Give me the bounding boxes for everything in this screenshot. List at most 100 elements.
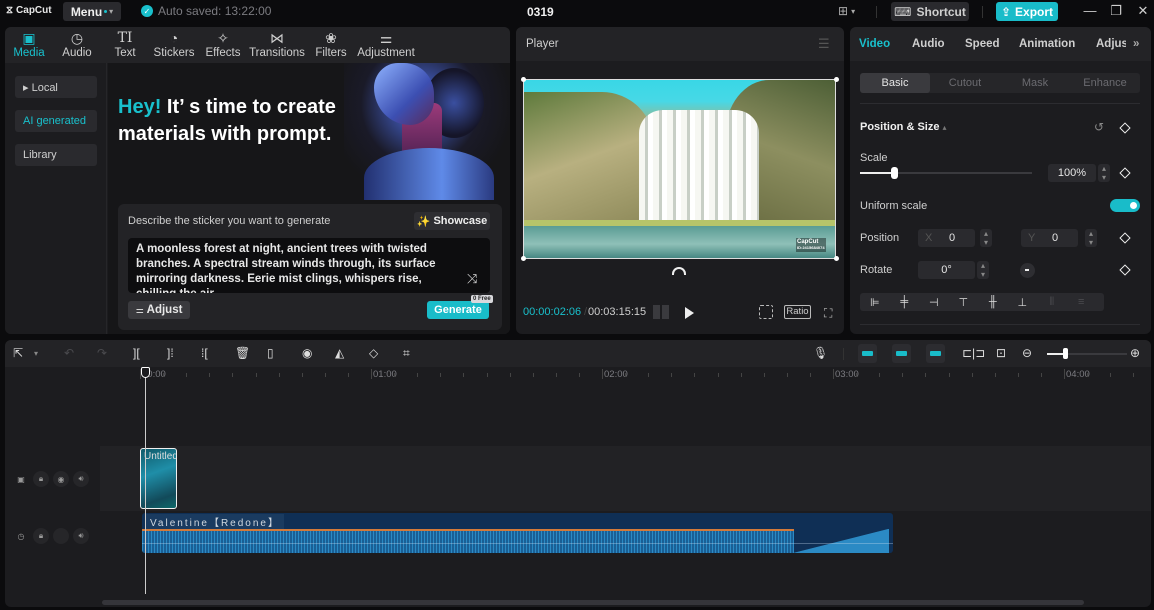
tab-filters[interactable]: ❀ Filters	[307, 27, 355, 63]
showcase-button[interactable]: ✨ Showcase	[414, 212, 490, 230]
slider-handle[interactable]	[891, 167, 899, 179]
horizontal-scrollbar[interactable]	[102, 600, 1084, 605]
scale-input[interactable]: 100%	[1048, 164, 1096, 182]
tab-effects[interactable]: ✧ Effects	[199, 27, 247, 63]
align-center-v-icon[interactable]: ╫	[978, 296, 1008, 308]
subtab-basic[interactable]: Basic	[860, 73, 930, 93]
keyframe-icon[interactable]	[1119, 264, 1131, 276]
timeline-ruler[interactable]: 00:00 01:00 02:00 03:00 04:00	[100, 367, 1151, 383]
scale-slider[interactable]	[860, 167, 1032, 179]
speaker-icon[interactable]: 🔊︎	[73, 471, 89, 487]
subtab-enhance[interactable]: Enhance	[1070, 73, 1140, 93]
tab-speed[interactable]: Speed	[965, 38, 1000, 50]
position-y-input[interactable]: Y 0	[1021, 229, 1078, 247]
sidebar-item-local[interactable]: ▸ Local	[15, 76, 97, 98]
tab-adjustment[interactable]: ⚌ Adjustment	[355, 27, 417, 63]
undo-icon[interactable]: ↶	[64, 346, 74, 360]
distribute-h-icon[interactable]: ⫴	[1037, 296, 1067, 309]
slider-handle[interactable]	[1062, 348, 1068, 359]
reset-icon[interactable]: ↺	[1094, 120, 1104, 134]
scale-stepper[interactable]: ▴ ▾	[1098, 164, 1110, 182]
rotate-dial[interactable]	[1020, 263, 1035, 278]
tab-video[interactable]: Video	[859, 38, 890, 50]
shortcut-button[interactable]: ⌨ Shortcut	[891, 2, 969, 21]
tab-stickers[interactable]: ◔ Stickers	[149, 27, 199, 63]
speaker-icon[interactable]: 🔊︎	[73, 528, 89, 544]
select-cursor-icon[interactable]: ⇱	[13, 346, 23, 360]
lock-icon[interactable]: 🔒︎	[33, 471, 49, 487]
align-right-icon[interactable]: ⊣	[919, 296, 949, 309]
redo-icon[interactable]: ↷	[97, 346, 107, 360]
crop-icon[interactable]: ⌗	[403, 346, 410, 361]
keyframe-icon[interactable]	[1119, 167, 1131, 179]
tab-audio[interactable]: ◷ Audio	[53, 27, 101, 63]
linkage-button[interactable]	[926, 344, 945, 363]
align-center-h-icon[interactable]: ╪	[890, 296, 920, 308]
delete-icon[interactable]: 🗑︎	[235, 346, 250, 360]
zoom-out-icon[interactable]: ⊖	[1022, 346, 1032, 360]
layout-button[interactable]: ⊞ ▾	[838, 4, 855, 18]
align-bottom-icon[interactable]: ⊥	[1008, 296, 1038, 309]
eye-icon[interactable]: ◉	[53, 471, 69, 487]
video-preview[interactable]: CapCut ID:2415684074	[523, 79, 836, 259]
keyframe-icon[interactable]	[1119, 122, 1131, 134]
tab-transitions[interactable]: ⋈ Transitions	[247, 27, 307, 63]
split-preview-icon[interactable]: ⊏|⊐	[962, 346, 985, 360]
freeze-icon[interactable]: ▯	[267, 346, 274, 360]
rotate-icon[interactable]: ◇	[369, 346, 378, 360]
delete-right-icon[interactable]: ⁞[	[201, 346, 208, 360]
tab-text[interactable]: TI Text	[101, 27, 149, 63]
resize-handle[interactable]	[834, 256, 839, 261]
distribute-v-icon[interactable]: ≡	[1067, 296, 1097, 308]
chevron-down-icon[interactable]: ▾	[34, 349, 38, 358]
minimize-icon[interactable]: —	[1080, 3, 1100, 18]
sidebar-item-ai-generated[interactable]: AI generated	[15, 110, 97, 132]
tab-audio-props[interactable]: Audio	[912, 38, 945, 50]
position-y-stepper[interactable]: ▴ ▾	[1085, 229, 1097, 247]
export-button[interactable]: ⇪ Export	[996, 2, 1058, 21]
delete-left-icon[interactable]: ]⁞	[167, 346, 174, 360]
playhead[interactable]	[145, 369, 146, 594]
resize-handle[interactable]	[521, 256, 526, 261]
tab-animation[interactable]: Animation	[1019, 38, 1075, 50]
play-icon[interactable]	[685, 307, 694, 319]
main-track-magnet-button[interactable]	[858, 344, 877, 363]
collapse-icon[interactable]	[672, 267, 686, 275]
zoom-in-icon[interactable]: ⊕	[1130, 346, 1140, 360]
subtab-mask[interactable]: Mask	[1000, 73, 1070, 93]
close-icon[interactable]: ✕	[1133, 3, 1153, 19]
rotate-input[interactable]: 0°	[918, 261, 975, 279]
split-icon[interactable]: ][	[133, 346, 140, 360]
playhead-handle[interactable]	[141, 367, 150, 378]
align-top-icon[interactable]: ⊤	[949, 296, 979, 309]
tab-adjust[interactable]: Adjus	[1096, 38, 1126, 50]
uniform-scale-toggle[interactable]	[1110, 199, 1140, 212]
hamburger-menu-icon[interactable]: ☰	[818, 36, 830, 52]
zoom-fit-icon[interactable]	[759, 305, 773, 319]
adjust-button[interactable]: ⚌ Adjust	[128, 301, 190, 319]
timeline-zoom-slider[interactable]	[1047, 348, 1127, 359]
align-left-icon[interactable]: ⊫	[860, 296, 890, 309]
more-tabs-icon[interactable]: »	[1133, 38, 1139, 50]
fullscreen-icon[interactable]: ⛶	[824, 306, 832, 321]
mirror-icon[interactable]: ◭	[335, 346, 344, 360]
shuffle-icon[interactable]: ⤨	[467, 271, 477, 287]
lock-icon[interactable]: 🔒︎	[33, 528, 49, 544]
auto-snap-button[interactable]	[892, 344, 911, 363]
sidebar-item-library[interactable]: Library	[15, 144, 97, 166]
position-x-stepper[interactable]: ▴ ▾	[980, 229, 992, 247]
resize-handle[interactable]	[521, 77, 526, 82]
microphone-icon[interactable]: 🎙︎	[813, 346, 828, 360]
audio-clip[interactable]: Valentine【Redone】	[142, 513, 893, 553]
section-position-size[interactable]: Position & Size ▴	[860, 121, 947, 133]
volume-line[interactable]	[142, 543, 893, 544]
position-x-input[interactable]: X 0	[918, 229, 975, 247]
preview-axis-icon[interactable]: ⊡	[996, 346, 1006, 360]
resize-handle[interactable]	[834, 77, 839, 82]
keyframe-icon[interactable]	[1119, 232, 1131, 244]
reverse-play-icon[interactable]: ◉	[302, 346, 312, 360]
subtab-cutout[interactable]: Cutout	[930, 73, 1000, 93]
tab-media[interactable]: ▣ Media	[5, 27, 53, 63]
ratio-button[interactable]: Ratio	[784, 305, 811, 319]
generate-button[interactable]: Generate	[427, 301, 489, 319]
